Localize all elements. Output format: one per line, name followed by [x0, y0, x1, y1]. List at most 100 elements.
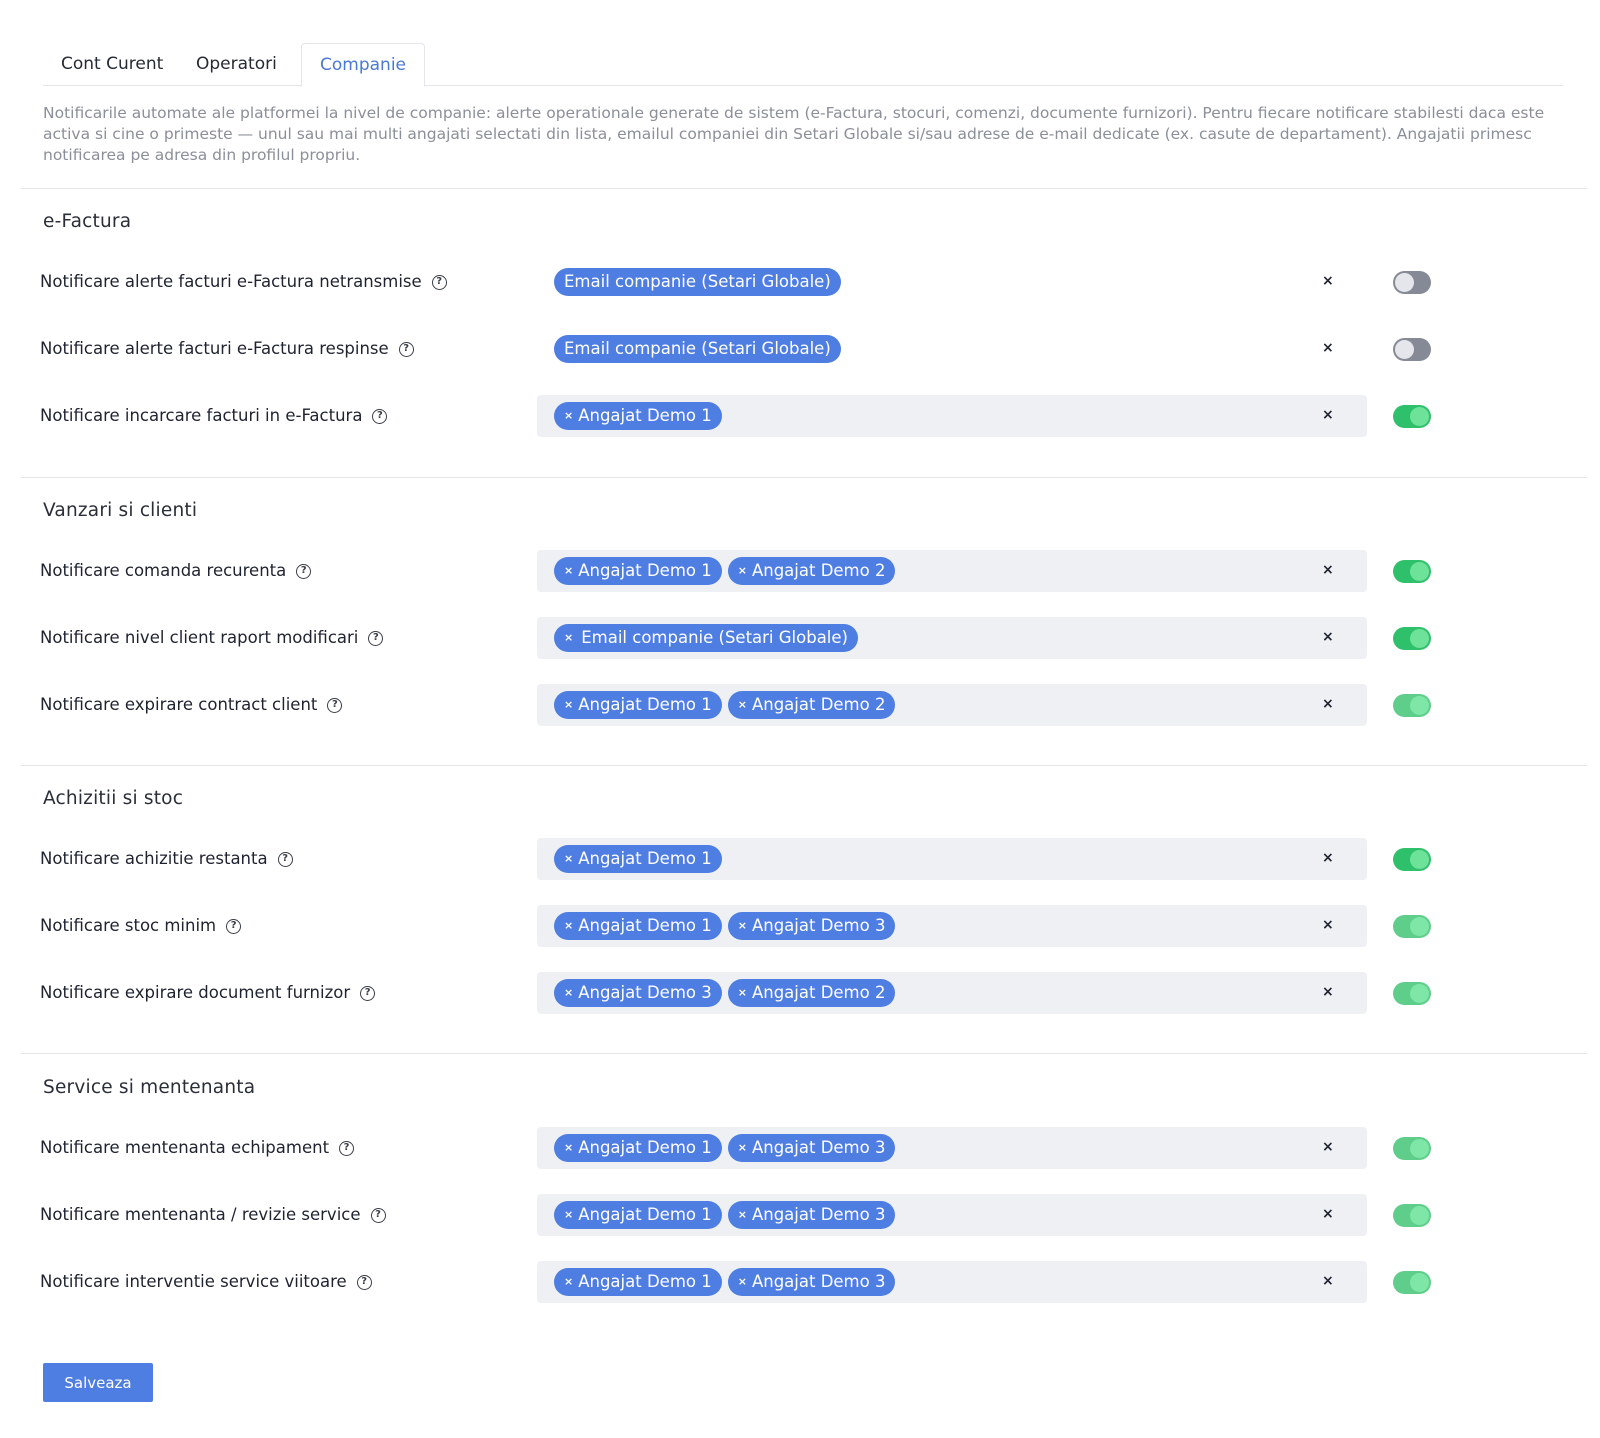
- recipient-tag: × Angajat Demo 1: [554, 1134, 722, 1162]
- recipient-tag: × Angajat Demo 2: [727, 979, 896, 1007]
- notification-toggle[interactable]: [1393, 915, 1431, 938]
- question-circle-icon[interactable]: ?: [398, 341, 414, 357]
- selected-recipients: × Angajat Demo 1 × Angajat Demo 3: [554, 912, 896, 940]
- save-button[interactable]: Salveaza: [43, 1363, 153, 1402]
- close-icon[interactable]: ×: [564, 845, 573, 873]
- question-circle-icon[interactable]: ?: [339, 1140, 355, 1156]
- clear-selection-icon[interactable]: ×: [1322, 550, 1334, 592]
- recipients-select[interactable]: × Angajat Demo 3 × Angajat Demo 2 ×: [537, 972, 1367, 1014]
- recipients-select[interactable]: × Angajat Demo 1 × Angajat Demo 3 ×: [537, 905, 1367, 947]
- recipient-tag: × Angajat Demo 2: [727, 691, 896, 719]
- question-circle-icon[interactable]: ?: [431, 274, 447, 290]
- clear-selection-icon[interactable]: ×: [1322, 261, 1334, 303]
- recipient-tag: × Angajat Demo 1: [554, 845, 722, 873]
- close-icon[interactable]: ×: [564, 1268, 573, 1296]
- close-icon[interactable]: ×: [738, 912, 747, 940]
- section-divider: [21, 188, 1587, 189]
- selected-recipients: × Email companie (Setari Globale): [554, 624, 858, 652]
- close-icon[interactable]: ×: [564, 557, 573, 585]
- section-divider: [21, 765, 1587, 766]
- recipient-tag: × Angajat Demo 3: [554, 979, 722, 1007]
- notification-label: Notificare alerte facturi e-Factura netr…: [40, 261, 447, 303]
- recipients-select[interactable]: × Angajat Demo 1 × Angajat Demo 2 ×: [537, 550, 1367, 592]
- close-icon[interactable]: ×: [564, 1134, 573, 1162]
- close-icon[interactable]: ×: [738, 1134, 747, 1162]
- close-icon[interactable]: ×: [564, 624, 573, 652]
- notification-label-text: Notificare comanda recurenta: [40, 561, 287, 580]
- toggle-knob: [1410, 407, 1429, 426]
- recipients-select[interactable]: × Angajat Demo 1 × Angajat Demo 3 ×: [537, 1261, 1367, 1303]
- recipients-select[interactable]: × Angajat Demo 1 × Angajat Demo 2 ×: [537, 684, 1367, 726]
- recipients-select[interactable]: × Angajat Demo 1 × Angajat Demo 3 ×: [537, 1194, 1367, 1236]
- notification-toggle[interactable]: [1393, 694, 1431, 717]
- clear-selection-icon[interactable]: ×: [1322, 617, 1334, 659]
- close-icon[interactable]: ×: [738, 979, 747, 1007]
- clear-selection-icon[interactable]: ×: [1322, 905, 1334, 947]
- notification-label-text: Notificare stoc minim: [40, 916, 217, 935]
- recipients-select[interactable]: × Angajat Demo 1 × Angajat Demo 3 ×: [537, 1127, 1367, 1169]
- tab-operatori[interactable]: Operatori: [178, 43, 295, 86]
- question-circle-icon[interactable]: ?: [277, 851, 293, 867]
- notification-row: Notificare stoc minim? × Angajat Demo 1 × An…: [0, 905, 1600, 947]
- notification-toggle[interactable]: [1393, 982, 1431, 1005]
- notification-toggle[interactable]: [1393, 1204, 1431, 1227]
- notification-toggle[interactable]: [1393, 627, 1431, 650]
- recipients-select[interactable]: Email companie (Setari Globale) ×: [537, 261, 1367, 303]
- recipient-tag: × Angajat Demo 1: [554, 912, 722, 940]
- close-icon[interactable]: ×: [738, 691, 747, 719]
- question-circle-icon[interactable]: ?: [226, 918, 242, 934]
- close-icon[interactable]: ×: [564, 979, 573, 1007]
- notification-toggle[interactable]: [1393, 405, 1431, 428]
- question-circle-icon[interactable]: ?: [372, 408, 388, 424]
- selected-recipients: × Angajat Demo 1: [554, 845, 722, 873]
- close-icon[interactable]: ×: [564, 402, 573, 430]
- clear-selection-icon[interactable]: ×: [1322, 684, 1334, 726]
- notification-label-text: Notificare achizitie restanta: [40, 849, 268, 868]
- recipient-tag-label: Angajat Demo 3: [578, 983, 712, 1002]
- clear-selection-icon[interactable]: ×: [1322, 395, 1334, 437]
- close-icon[interactable]: ×: [564, 691, 573, 719]
- clear-selection-icon[interactable]: ×: [1322, 972, 1334, 1014]
- close-icon[interactable]: ×: [738, 557, 747, 585]
- question-circle-icon[interactable]: ?: [327, 697, 343, 713]
- clear-selection-icon[interactable]: ×: [1322, 1194, 1334, 1236]
- question-circle-icon[interactable]: ?: [296, 563, 312, 579]
- clear-selection-icon[interactable]: ×: [1322, 1127, 1334, 1169]
- close-icon[interactable]: ×: [738, 1268, 747, 1296]
- recipient-tag-label: Angajat Demo 1: [578, 1138, 712, 1157]
- selected-recipients: × Angajat Demo 1 × Angajat Demo 3: [554, 1134, 896, 1162]
- question-circle-icon[interactable]: ?: [370, 1207, 386, 1223]
- close-icon[interactable]: ×: [738, 1201, 747, 1229]
- tab-companie[interactable]: Companie: [301, 43, 425, 87]
- recipients-select[interactable]: Email companie (Setari Globale) ×: [537, 328, 1367, 370]
- clear-selection-icon[interactable]: ×: [1322, 838, 1334, 880]
- notification-toggle[interactable]: [1393, 560, 1431, 583]
- tab-cont-curent[interactable]: Cont Curent: [43, 43, 181, 86]
- notification-label: Notificare expirare contract client?: [40, 684, 343, 726]
- notification-toggle[interactable]: [1393, 271, 1431, 294]
- close-icon[interactable]: ×: [564, 1201, 573, 1229]
- recipient-tag: × Angajat Demo 1: [554, 691, 722, 719]
- notification-toggle[interactable]: [1393, 1271, 1431, 1294]
- notification-row: Notificare incarcare facturi in e-Factur…: [0, 395, 1600, 437]
- clear-selection-icon[interactable]: ×: [1322, 328, 1334, 370]
- notification-label: Notificare alerte facturi e-Factura resp…: [40, 328, 414, 370]
- toggle-knob: [1410, 629, 1429, 648]
- notification-toggle[interactable]: [1393, 338, 1431, 361]
- toggle-knob: [1410, 1139, 1429, 1158]
- question-circle-icon[interactable]: ?: [356, 1274, 372, 1290]
- notification-toggle[interactable]: [1393, 848, 1431, 871]
- recipients-select[interactable]: × Email companie (Setari Globale) ×: [537, 617, 1367, 659]
- question-circle-icon[interactable]: ?: [368, 630, 384, 646]
- recipients-select[interactable]: × Angajat Demo 1 ×: [537, 395, 1367, 437]
- section-divider: [21, 1053, 1587, 1054]
- intro-text: Notificarile automate ale platformei la …: [43, 104, 1545, 164]
- notification-label: Notificare stoc minim?: [40, 905, 242, 947]
- clear-selection-icon[interactable]: ×: [1322, 1261, 1334, 1303]
- question-circle-icon[interactable]: ?: [360, 985, 376, 1001]
- close-icon[interactable]: ×: [564, 912, 573, 940]
- notification-row: Notificare mentenanta / revizie service?…: [0, 1194, 1600, 1236]
- recipients-select[interactable]: × Angajat Demo 1 ×: [537, 838, 1367, 880]
- notification-toggle[interactable]: [1393, 1137, 1431, 1160]
- recipient-tag: × Angajat Demo 1: [554, 557, 722, 585]
